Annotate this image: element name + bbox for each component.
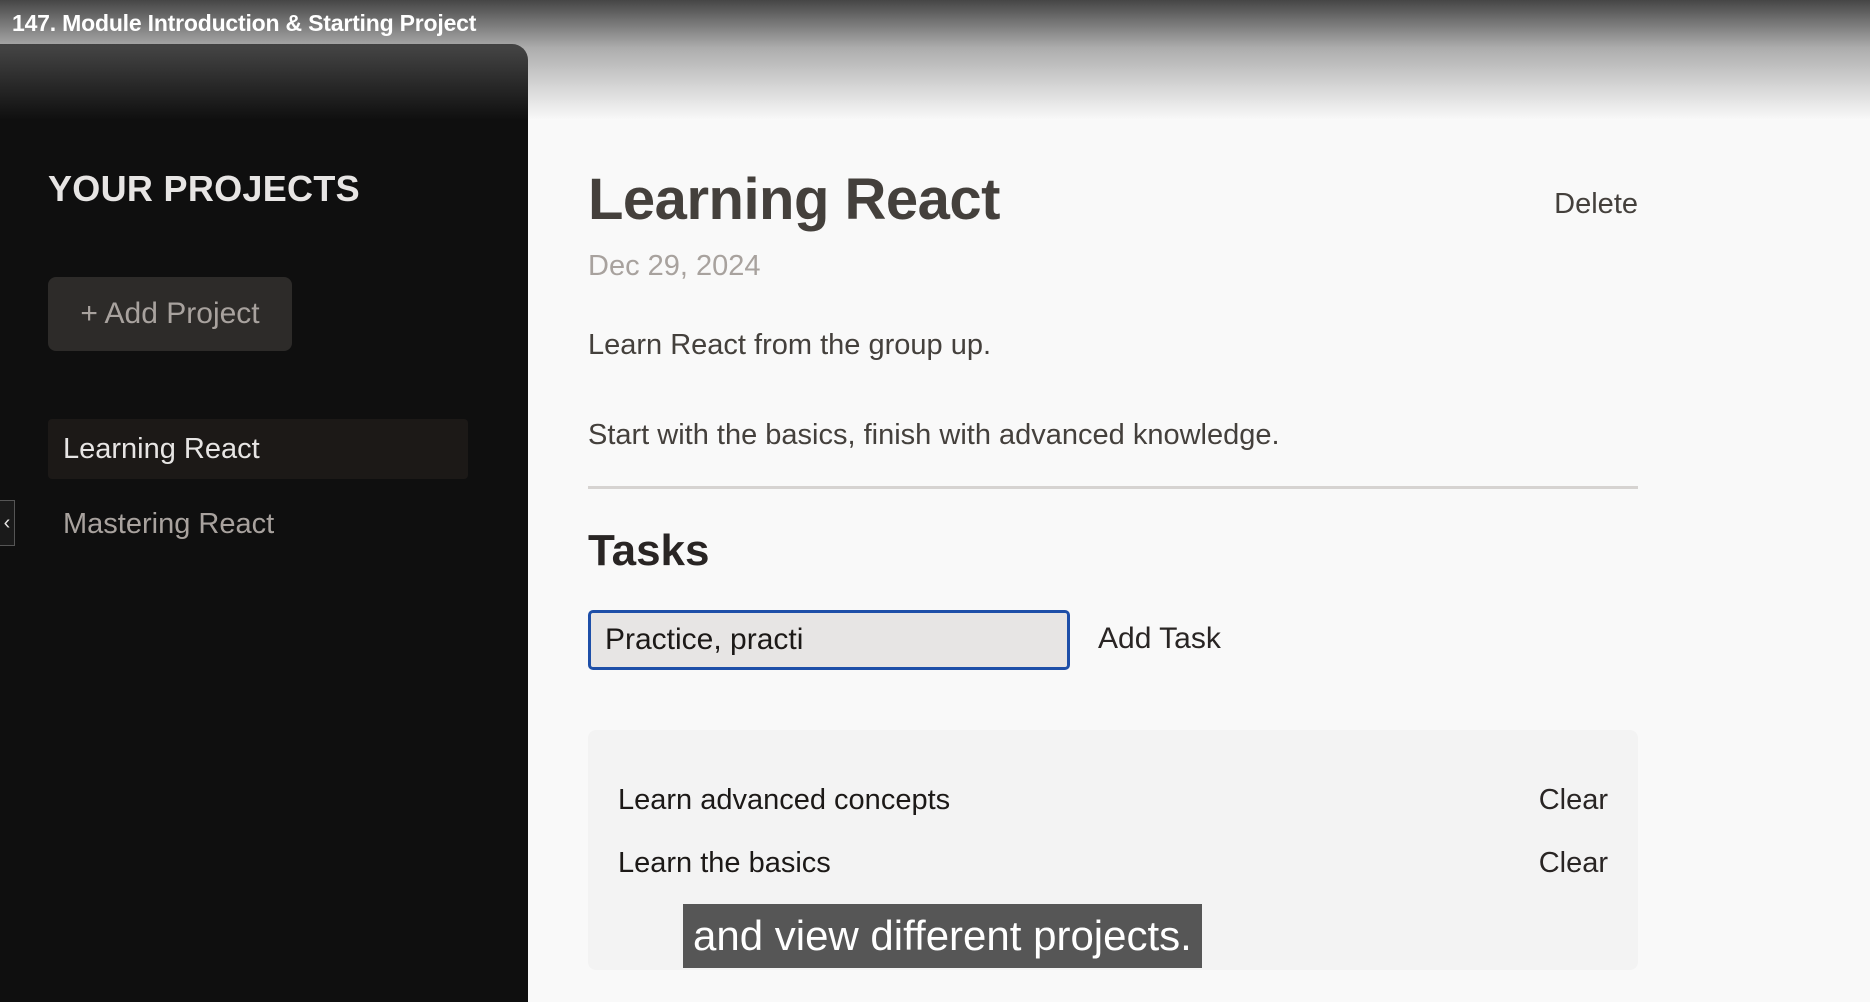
project-description-line: Start with the basics, finish with advan… xyxy=(588,419,1280,451)
task-text: Learn the basics xyxy=(618,847,831,879)
new-task-input[interactable] xyxy=(588,610,1070,670)
delete-project-button[interactable]: Delete xyxy=(1554,188,1638,221)
task-text: Learn advanced concepts xyxy=(618,784,951,816)
project-description-line: Learn React from the group up. xyxy=(588,329,992,361)
sidebar-title: YOUR PROJECTS xyxy=(48,168,360,209)
clear-task-button[interactable]: Clear xyxy=(1539,847,1608,880)
app-window: 147. Module Introduction & Starting Proj… xyxy=(0,0,1870,1002)
add-task-button[interactable]: Add Task xyxy=(1098,622,1221,656)
project-item-learning-react[interactable]: Learning React xyxy=(48,419,468,479)
clear-task-button[interactable]: Clear xyxy=(1539,784,1608,817)
project-list: Learning React Mastering React xyxy=(48,419,468,569)
task-item: Learn the basics Clear xyxy=(618,847,1608,880)
project-date: Dec 29, 2024 xyxy=(588,250,761,282)
video-subtitle-caption: and view different projects. xyxy=(683,904,1202,968)
tasks-heading: Tasks xyxy=(588,526,710,575)
project-item-mastering-react[interactable]: Mastering React xyxy=(48,494,468,554)
section-divider xyxy=(588,486,1638,489)
chevron-left-icon[interactable]: ‹ xyxy=(0,500,15,546)
task-item: Learn advanced concepts Clear xyxy=(618,784,1608,817)
projects-sidebar: YOUR PROJECTS + Add Project Learning Rea… xyxy=(0,44,528,1002)
video-title: 147. Module Introduction & Starting Proj… xyxy=(12,10,477,36)
project-description: Learn React from the group up. Start wit… xyxy=(588,325,1638,505)
project-title: Learning React xyxy=(588,167,1001,232)
add-project-button[interactable]: + Add Project xyxy=(48,277,292,351)
